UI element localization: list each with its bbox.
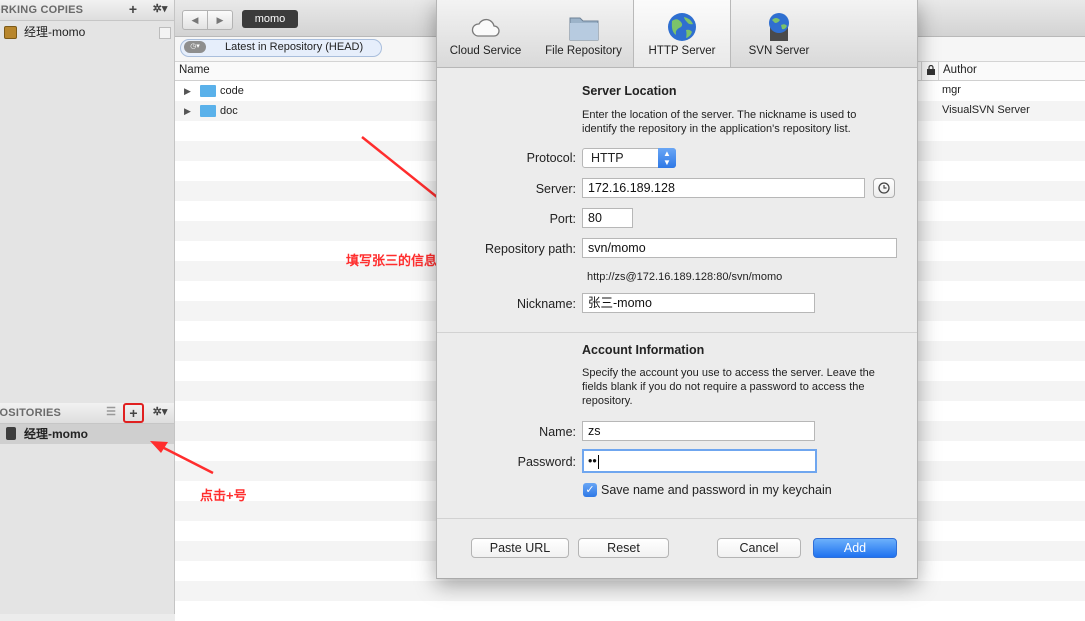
tab-label: SVN Server [748,45,810,57]
history-button[interactable] [873,178,895,198]
text-cursor [597,454,599,469]
tab-label: File Repository [545,45,622,57]
name-field[interactable]: zs [582,421,815,441]
cloud-icon [470,12,502,42]
name-label: Name: [539,425,576,439]
keychain-checkbox[interactable]: ✓ [583,483,597,497]
account-description: Specify the account you use to access th… [582,367,875,379]
repository-type-tabs: Cloud Service File Repository HTTP Serve… [437,0,917,68]
server-location-description: identify the repository in the applicati… [582,123,851,135]
tab-svn-server[interactable]: SVN Server [729,0,829,67]
cancel-button[interactable]: Cancel [717,538,801,558]
server-location-description: Enter the location of the server. The ni… [582,109,857,121]
reset-button[interactable]: Reset [578,538,669,558]
globe-icon [666,12,698,42]
repository-path-field[interactable]: svn/momo [582,238,897,258]
protocol-value: HTTP [591,151,624,165]
paste-url-button[interactable]: Paste URL [471,538,569,558]
keychain-label[interactable]: Save name and password in my keychain [601,483,832,497]
password-value: •• [588,454,597,468]
annotation-click-plus: 点击+号 [200,488,247,503]
password-field[interactable]: •• [582,449,817,473]
password-label: Password: [517,455,576,469]
annotation-arrowhead [150,441,168,453]
add-button[interactable]: Add [813,538,897,558]
protocol-select[interactable]: HTTP ▲ ▼ [582,148,676,168]
folder-icon [568,12,600,42]
nickname-label: Nickname: [516,297,576,311]
sheet-content: Server Location Enter the location of th… [437,68,917,578]
annotation-fill-info: 填写张三的信息 [346,253,438,268]
divider [437,332,917,333]
account-description: repository. [582,395,633,407]
url-preview: http://zs@172.16.189.128:80/svn/momo [587,271,783,283]
server-field[interactable]: 172.16.189.128 [582,178,865,198]
add-repository-sheet: Cloud Service File Repository HTTP Serve… [436,0,918,579]
nickname-field[interactable]: 张三-momo [582,293,815,313]
account-description: fields blank if you do not require a pas… [582,381,865,393]
tab-label: Cloud Service [449,45,522,57]
tab-label: HTTP Server [648,45,716,57]
tab-file-repository[interactable]: File Repository [534,0,633,67]
annotation-arrow [159,444,214,475]
account-information-heading: Account Information [582,343,705,357]
tab-cloud-service[interactable]: Cloud Service [437,0,534,67]
server-label: Server: [535,182,576,196]
port-label: Port: [549,212,576,226]
repository-path-label: Repository path: [484,242,576,256]
port-field[interactable]: 80 [582,208,633,228]
updown-arrows-icon: ▲ ▼ [658,148,676,168]
server-location-heading: Server Location [582,84,677,98]
tab-http-server[interactable]: HTTP Server [633,0,731,67]
server-icon [763,12,795,42]
clock-icon [878,182,890,194]
divider [437,518,917,519]
protocol-label: Protocol: [526,151,576,165]
